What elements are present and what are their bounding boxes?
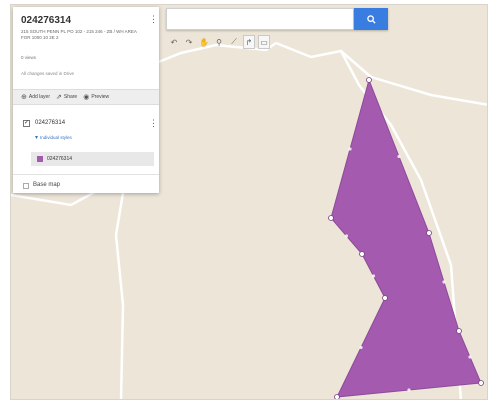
individual-styles-label: Individual styles (40, 135, 72, 140)
search-icon (366, 14, 376, 24)
share-label: Share (63, 94, 78, 100)
base-map-label[interactable]: Base map (33, 182, 60, 188)
paint-bucket-icon: ▾ (35, 135, 39, 141)
add-marker-icon[interactable]: ⚲ (213, 35, 225, 49)
map-legend-panel: 024276314 ⋮ 215 SOUTH PENN PL PO 102 - 2… (13, 7, 159, 193)
base-map-expand-icon[interactable] (23, 183, 29, 189)
polygon-vertex-handle[interactable] (478, 380, 484, 386)
panel-action-bar: ⊕ Add layer ⇗ Share ◉ Preview (13, 89, 159, 105)
undo-icon[interactable]: ↶ (168, 35, 180, 49)
view-count: 0 views (21, 55, 37, 60)
polygon-vertex-handle[interactable] (334, 394, 340, 400)
search-button[interactable] (354, 8, 388, 30)
save-status: All changes saved in Drive (21, 71, 75, 76)
polygon-vertex-handle[interactable] (328, 215, 334, 221)
polygon-midpoint-handle[interactable] (407, 388, 411, 392)
panel-divider (13, 174, 159, 175)
search-input[interactable] (166, 8, 354, 30)
map-toolbar: ↶ ↷ ✋ ⚲ ⟋ ↱ ▭ (168, 35, 270, 51)
preview-icon: ◉ (83, 94, 90, 101)
polygon-vertex-handle[interactable] (366, 77, 372, 83)
feature-list-item[interactable]: 024276314 (31, 152, 154, 166)
polygon-midpoint-handle[interactable] (348, 147, 352, 151)
draw-line-icon[interactable]: ⟋ (228, 35, 240, 49)
polygon-midpoint-handle[interactable] (397, 154, 401, 159)
polygon-midpoint-handle[interactable] (371, 274, 376, 278)
individual-styles-link[interactable]: ▾ Individual styles (35, 134, 72, 141)
map-title[interactable]: 024276314 (21, 15, 71, 26)
polygon-midpoint-handle[interactable] (344, 234, 349, 238)
polygon-vertex-handle[interactable] (359, 251, 365, 257)
layer-visibility-checkbox[interactable]: ✓ (23, 120, 30, 127)
add-layer-button[interactable]: ⊕ Add layer (21, 93, 50, 101)
polygon-vertex-handle[interactable] (456, 328, 462, 334)
pan-hand-icon[interactable]: ✋ (198, 35, 210, 49)
polygon-vertex-handle[interactable] (426, 230, 432, 236)
ruler-icon[interactable]: ▭ (258, 35, 270, 49)
add-layer-label: Add layer (28, 94, 50, 100)
map-description[interactable]: 215 SOUTH PENN PL PO 102 - 215 246 - ZB … (21, 29, 145, 41)
polygon-vertex-handle[interactable] (382, 295, 388, 301)
polygon-swatch-icon (37, 156, 43, 162)
polygon-midpoint-handle[interactable] (442, 280, 446, 284)
redo-icon[interactable]: ↷ (183, 35, 195, 49)
feature-name: 024276314 (47, 156, 73, 162)
layer-options-menu-icon[interactable]: ⋮ (149, 119, 158, 128)
share-icon: ⇗ (56, 94, 62, 101)
polygon-midpoint-handle[interactable] (359, 345, 363, 350)
layer-name[interactable]: 024276314 (35, 120, 65, 126)
polygon-midpoint-handle[interactable] (468, 355, 472, 359)
map-options-menu-icon[interactable]: ⋮ (149, 15, 158, 24)
add-layer-icon: ⊕ (21, 94, 27, 101)
share-button[interactable]: ⇗ Share (56, 93, 77, 101)
preview-button[interactable]: ◉ Preview (83, 93, 109, 101)
directions-icon[interactable]: ↱ (243, 35, 255, 49)
map-viewport[interactable]: ↶ ↷ ✋ ⚲ ⟋ ↱ ▭ 024276314 ⋮ 215 SOUTH PENN… (10, 4, 488, 400)
preview-label: Preview (91, 94, 110, 100)
